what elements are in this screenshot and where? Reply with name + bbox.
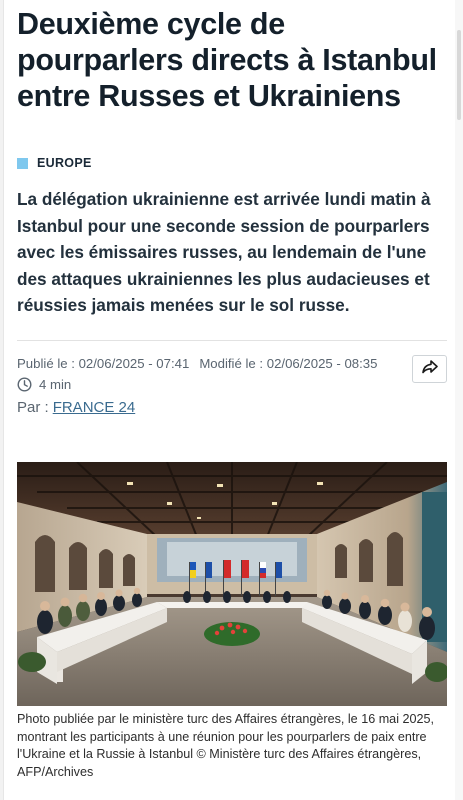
section-label[interactable]: EUROPE	[37, 156, 92, 170]
article-lede: La délégation ukrainienne est arrivée lu…	[17, 189, 431, 315]
article-photo[interactable]	[17, 462, 447, 706]
modified-date: Modifié le : 02/06/2025 - 08:35	[199, 356, 378, 371]
scrollbar-thumb[interactable]	[457, 30, 461, 120]
read-time: 4 min	[17, 377, 71, 392]
scrollbar-track[interactable]	[455, 0, 463, 800]
section-color-square	[17, 157, 28, 169]
photo-caption: Photo publiée par le ministère turc des …	[17, 712, 435, 779]
window-edge	[0, 0, 4, 800]
byline-source-link[interactable]: FRANCE 24	[53, 399, 136, 416]
published-date: Publié le : 02/06/2025 - 07:41	[17, 356, 190, 371]
read-time-value: 4 min	[39, 377, 72, 392]
clock-icon	[17, 377, 32, 392]
divider	[17, 340, 447, 341]
section-tag[interactable]: EUROPE	[17, 156, 92, 170]
photo-illustration	[17, 462, 447, 706]
share-button[interactable]	[412, 355, 447, 383]
article-page: Deuxième cycle de pourparlers directs à …	[0, 0, 463, 800]
byline-prefix: Par :	[17, 399, 49, 416]
article-headline: Deuxième cycle de pourparlers directs à …	[17, 7, 437, 113]
share-arrow-icon	[421, 359, 438, 379]
publish-meta: Publié le : 02/06/2025 - 07:41 Modifié le…	[17, 356, 377, 371]
byline: Par : FRANCE 24	[17, 399, 135, 416]
